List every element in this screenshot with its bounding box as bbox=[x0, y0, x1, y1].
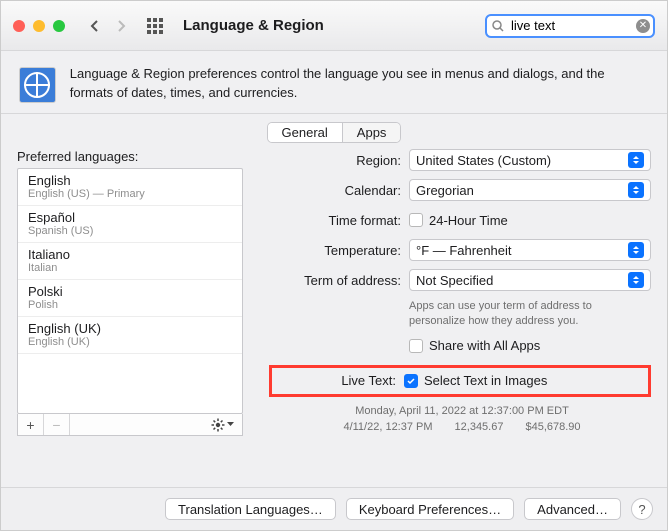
show-all-button[interactable] bbox=[143, 14, 167, 38]
prefs-window: Language & Region ✕ Language & Region pr… bbox=[0, 0, 668, 531]
calendar-value: Gregorian bbox=[416, 183, 474, 198]
region-label: Region: bbox=[273, 153, 401, 168]
lang-sub: English (UK) bbox=[28, 336, 232, 348]
share-all-apps-checkbox[interactable] bbox=[409, 339, 423, 353]
search-input[interactable] bbox=[485, 14, 655, 38]
live-text-checkbox[interactable] bbox=[404, 374, 418, 388]
keyboard-preferences-button[interactable]: Keyboard Preferences… bbox=[346, 498, 514, 520]
description-header: Language & Region preferences control th… bbox=[1, 51, 667, 114]
preferred-languages-label: Preferred languages: bbox=[17, 149, 257, 164]
lang-sub: Spanish (US) bbox=[28, 225, 232, 237]
dropdown-arrows-icon bbox=[628, 182, 644, 198]
lang-name: English (UK) bbox=[28, 321, 232, 336]
sample-line-2: 4/11/22, 12:37 PM 12,345.67 $45,678.90 bbox=[273, 419, 651, 436]
right-column: Region: United States (Custom) Calendar:… bbox=[273, 149, 651, 479]
tab-bar: General Apps bbox=[1, 114, 667, 149]
calendar-select[interactable]: Gregorian bbox=[409, 179, 651, 201]
24hour-checkbox[interactable] bbox=[409, 213, 423, 227]
grid-icon bbox=[147, 18, 163, 34]
tab-apps[interactable]: Apps bbox=[342, 123, 401, 142]
list-item[interactable]: English (UK)English (UK) bbox=[18, 317, 242, 354]
add-language-button[interactable]: + bbox=[18, 414, 44, 435]
tab-general[interactable]: General bbox=[268, 123, 342, 142]
lang-name: Polski bbox=[28, 284, 232, 299]
forward-button bbox=[109, 14, 133, 38]
description-text: Language & Region preferences control th… bbox=[70, 65, 649, 103]
remove-language-button: − bbox=[44, 414, 70, 435]
minimize-window-button[interactable] bbox=[33, 20, 45, 32]
clear-search-button[interactable]: ✕ bbox=[636, 19, 650, 33]
share-all-apps-label: Share with All Apps bbox=[429, 338, 540, 353]
search-icon bbox=[491, 19, 505, 33]
chevron-left-icon bbox=[90, 19, 100, 33]
help-button[interactable]: ? bbox=[631, 498, 653, 520]
zoom-window-button[interactable] bbox=[53, 20, 65, 32]
region-select[interactable]: United States (Custom) bbox=[409, 149, 651, 171]
24hour-label: 24-Hour Time bbox=[429, 213, 508, 228]
live-text-option-label: Select Text in Images bbox=[424, 373, 547, 388]
globe-flag-icon bbox=[19, 67, 56, 103]
dropdown-arrows-icon bbox=[628, 152, 644, 168]
minus-icon: − bbox=[52, 417, 60, 433]
list-item[interactable]: EnglishEnglish (US) — Primary bbox=[18, 169, 242, 206]
time-format-label: Time format: bbox=[273, 213, 401, 228]
format-samples: Monday, April 11, 2022 at 12:37:00 PM ED… bbox=[273, 403, 651, 436]
window-controls bbox=[13, 20, 65, 32]
footer: Translation Languages… Keyboard Preferen… bbox=[1, 487, 667, 530]
lang-sub: Polish bbox=[28, 299, 232, 311]
window-title: Language & Region bbox=[183, 17, 324, 34]
translation-languages-button[interactable]: Translation Languages… bbox=[165, 498, 336, 520]
temperature-value: °F — Fahrenheit bbox=[416, 243, 512, 258]
lang-sub: Italian bbox=[28, 262, 232, 274]
live-text-label: Live Text: bbox=[276, 373, 396, 388]
question-icon: ? bbox=[638, 502, 645, 517]
chevron-right-icon bbox=[116, 19, 126, 33]
lang-name: English bbox=[28, 173, 232, 188]
language-actions-menu[interactable] bbox=[202, 414, 242, 435]
gear-icon bbox=[211, 418, 225, 432]
language-list-toolbar: + − bbox=[17, 414, 243, 436]
language-list[interactable]: EnglishEnglish (US) — Primary EspañolSpa… bbox=[17, 168, 243, 414]
lang-name: Italiano bbox=[28, 247, 232, 262]
term-value: Not Specified bbox=[416, 273, 493, 288]
term-hint: Apps can use your term of address to per… bbox=[409, 299, 651, 329]
content-area: Preferred languages: EnglishEnglish (US)… bbox=[1, 149, 667, 487]
term-of-address-label: Term of address: bbox=[273, 273, 401, 288]
dropdown-arrows-icon bbox=[628, 242, 644, 258]
list-item[interactable]: EspañolSpanish (US) bbox=[18, 206, 242, 243]
dropdown-arrows-icon bbox=[628, 272, 644, 288]
region-value: United States (Custom) bbox=[416, 153, 551, 168]
term-of-address-select[interactable]: Not Specified bbox=[409, 269, 651, 291]
x-icon: ✕ bbox=[639, 20, 647, 31]
plus-icon: + bbox=[26, 417, 34, 433]
close-window-button[interactable] bbox=[13, 20, 25, 32]
list-item[interactable]: ItalianoItalian bbox=[18, 243, 242, 280]
temperature-label: Temperature: bbox=[273, 243, 401, 258]
temperature-select[interactable]: °F — Fahrenheit bbox=[409, 239, 651, 261]
titlebar: Language & Region ✕ bbox=[1, 1, 667, 51]
chevron-down-icon bbox=[227, 422, 234, 427]
nav-buttons bbox=[83, 14, 133, 38]
back-button[interactable] bbox=[83, 14, 107, 38]
live-text-highlight: Live Text: Select Text in Images bbox=[269, 365, 651, 397]
search-field-wrap: ✕ bbox=[485, 14, 655, 38]
sample-line-1: Monday, April 11, 2022 at 12:37:00 PM ED… bbox=[273, 403, 651, 420]
lang-sub: English (US) — Primary bbox=[28, 188, 232, 200]
list-item[interactable]: PolskiPolish bbox=[18, 280, 242, 317]
advanced-button[interactable]: Advanced… bbox=[524, 498, 621, 520]
calendar-label: Calendar: bbox=[273, 183, 401, 198]
lang-name: Español bbox=[28, 210, 232, 225]
left-column: Preferred languages: EnglishEnglish (US)… bbox=[17, 149, 257, 479]
